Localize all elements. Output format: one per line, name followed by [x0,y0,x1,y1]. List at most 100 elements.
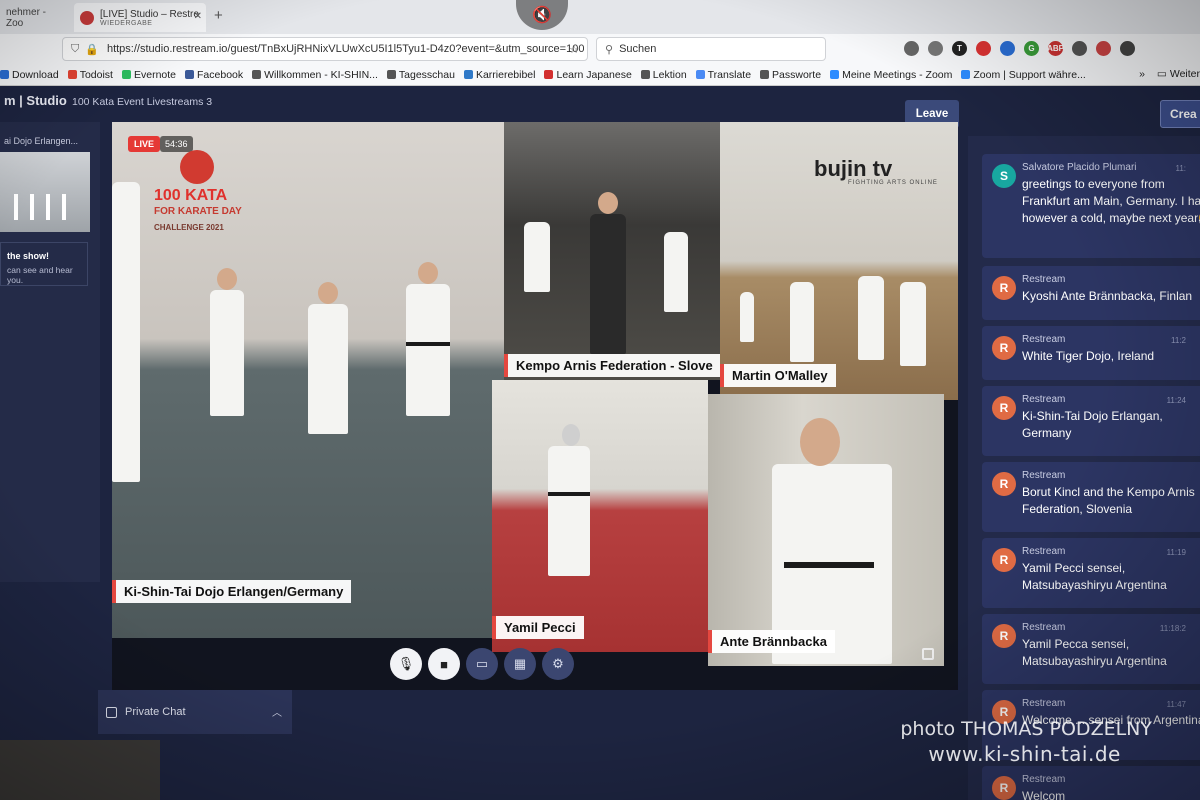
stream-timer: 54:36 [160,136,193,152]
left-panel: ai Dojo Erlangen... the show! can see an… [0,122,100,582]
microphone-button[interactable]: 🎙 [390,648,422,680]
tab-restream-studio[interactable]: [LIVE] Studio – Restre WIEDERGABE ✕ [74,3,206,32]
chat-message: R Restream Yamil Pecca sensei, Matsubaya… [982,614,1200,684]
bookmark-star-icon[interactable]: ☆ [569,43,579,56]
bookmarks-bar: Download Todoist Evernote Facebook Willk… [0,64,1200,86]
bookmark-item[interactable]: Lektion [640,69,687,81]
video-tile-kempo-arnis[interactable]: Kempo Arnis Federation - Slove [504,122,720,380]
bookmark-item[interactable]: Todoist [67,69,113,81]
grammar-ext-icon[interactable]: G [1024,41,1039,56]
tab-label: nehmer - Zoo [6,6,47,29]
karate-figure-icon [180,150,214,184]
wordpress-icon [252,70,262,79]
bookmark-item[interactable]: Tagesschau [386,68,455,81]
create-button[interactable]: Crea [1160,100,1200,128]
url-bar[interactable]: ⛉ 🔒 https://studio.restream.io/guest/TnB… [62,37,588,61]
private-chat-label: Private Chat [125,706,186,718]
video-tile-martin-omalley[interactable]: bujin tv FIGHTING ARTS ONLINE Martin O'M… [720,122,958,400]
download-ext-icon[interactable] [1000,41,1015,56]
chat-author: Restream [1022,470,1066,481]
fullscreen-icon[interactable] [922,648,934,660]
participant-name-tag: Yamil Pecci [492,616,584,639]
bookmark-item[interactable]: Meine Meetings - Zoom [830,69,952,81]
shield-icon: ⛉ [71,42,80,55]
chat-text: White Tiger Dojo, Ireland [1022,349,1155,363]
chat-timestamp: 11:19 [1166,548,1186,557]
event-logo-line1: 100 KATA [154,187,228,204]
bookmarks-overflow-label: Weiter [1169,68,1200,80]
screen-share-button[interactable]: ▭ [466,648,498,680]
black-belt [548,492,590,496]
learn-japanese-icon [544,70,554,79]
todoist-ext-icon[interactable]: T [952,41,967,56]
event-logo: 100 KATA FOR KARATE DAY CHALLENGE 2021 [154,150,242,236]
bookmark-item[interactable]: Karrierebibel [463,69,535,81]
karateka-figure [900,282,926,366]
chat-text: Kyoshi Ante Brännbacka, Finlan [1022,289,1193,303]
search-input[interactable]: ⚲ Suchen [596,37,826,61]
video-tile-yamil-pecci[interactable]: Yamil Pecci [492,380,708,652]
new-tab-button[interactable]: + [214,7,223,24]
chat-message: R Restream Ki-Shin-Tai Dojo Erlangan, Ge… [982,386,1200,456]
black-belt [406,342,450,346]
video-tile-ki-shin-tai[interactable]: LIVE 54:36 100 KATA FOR KARATE DAY CHALL… [112,122,504,638]
globe-icon [760,70,770,79]
tab-label: [LIVE] Studio – Restre [100,8,199,20]
double-chevron-icon: » [1139,68,1145,80]
private-chat-toggle[interactable]: Private Chat ︿ [98,690,292,734]
participant-name-tag: Martin O'Malley [720,364,836,387]
library-icon[interactable] [928,41,943,56]
tab-zoom[interactable]: nehmer - Zoo [0,3,70,32]
karateka-figure [524,222,550,292]
puzzle-icon[interactable] [1120,41,1135,56]
bookmark-item[interactable]: Willkommen - KI-SHIN... [252,69,378,81]
extension-icon[interactable] [1096,41,1111,56]
avatar: R [992,548,1016,572]
event-logo-line2: FOR KARATE DAY [154,206,242,217]
bookmark-item[interactable]: Facebook [185,69,243,81]
watermark-credit: photo THOMAS PODZELNY [900,718,1152,740]
bookmark-item[interactable]: Passworte [760,69,821,81]
extension-icon[interactable] [1072,41,1087,56]
bookmark-label: Translate [707,68,752,81]
avatar: R [992,776,1016,800]
bookmark-item[interactable]: Learn Japanese [544,69,632,81]
adblock-icon[interactable]: ABP [1047,41,1064,56]
close-tab-icon[interactable]: ✕ [194,11,202,22]
layout-button[interactable]: ▦ [504,648,536,680]
evernote-icon [121,70,131,79]
bookmark-item[interactable]: Translate [695,68,752,81]
chat-text: Ki-Shin-Tai Dojo Erlangan, Germany [1022,409,1163,440]
camera-button[interactable]: ■ [428,648,460,680]
karateka-figure [210,290,244,416]
bookmark-label: Tagesschau [398,68,455,81]
chat-message: R Restream Kyoshi Ante Brännbacka, Finla… [982,266,1200,320]
chat-message: R Restream Borut Kincl and the Kempo Arn… [982,462,1200,532]
zoom-icon [830,70,840,79]
karateka-figure [790,282,814,362]
karrierebibel-icon [463,70,473,79]
browser-navbar: ⛉ 🔒 https://studio.restream.io/guest/TnB… [0,34,1200,64]
pocket-icon[interactable] [904,41,919,56]
chat-text: Borut Kincl and the Kempo Arnis Federati… [1022,485,1195,516]
video-tile-ante-brannbacka[interactable]: Ante Brännbacka [708,394,944,666]
pocket-save-icon[interactable] [976,41,991,56]
search-icon: ⚲ [605,43,614,56]
zoom-icon [961,70,971,79]
karateka-head [598,192,618,214]
avatar: R [992,276,1016,300]
participant-name-tag: Kempo Arnis Federation - Slove [504,354,720,377]
bookmark-item[interactable]: Download [0,69,59,81]
video-stage: LIVE 54:36 100 KATA FOR KARATE DAY CHALL… [112,122,958,690]
bookmarks-overflow[interactable]: » ▭ Weiter [1139,68,1200,80]
bookmark-item[interactable]: Evernote [121,69,176,81]
bookmark-item[interactable]: Zoom | Support währe... [961,69,1086,81]
source-thumbnail[interactable] [0,152,90,232]
photo-watermark: photo THOMAS PODZELNY www.ki-shin-tai.de [900,718,1152,766]
settings-button[interactable]: ⚙ [542,648,574,680]
bujin-tv-tagline: FIGHTING ARTS ONLINE [848,180,938,186]
karateka-figure [740,292,754,342]
bookmark-label: Willkommen - KI-SHIN... [264,68,378,81]
chat-panel: S Salvatore Placido Plumari greetings to… [968,136,1200,800]
avatar: R [992,396,1016,420]
